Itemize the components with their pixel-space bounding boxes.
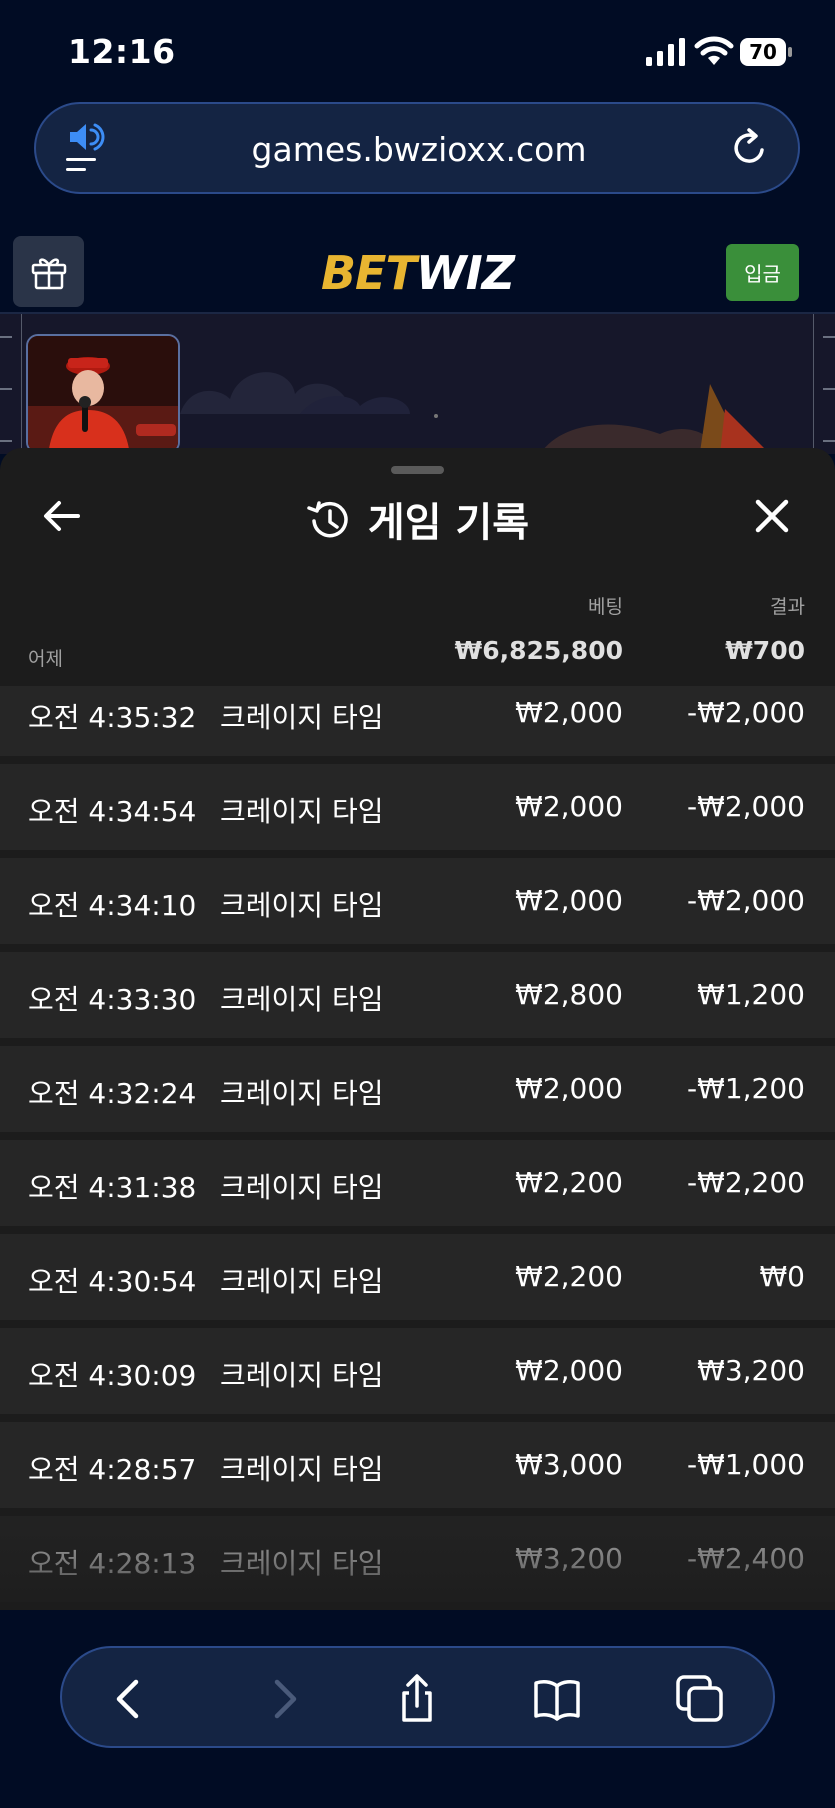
row-time: 오전 4:33:30 (28, 983, 197, 1016)
row-bet: ₩3,200 (515, 1542, 623, 1575)
row-game: 크레이지 타임 (220, 1171, 384, 1204)
row-time: 오전 4:35:32 (28, 701, 197, 734)
game-history-sheet: 게임 기록 베팅 결과 어제 ₩6,825,800 ₩700 오전 4:35:3… (0, 448, 835, 1610)
row-bet: ₩2,200 (515, 1166, 623, 1199)
total-bet: ₩6,825,800 (454, 636, 623, 665)
row-game: 크레이지 타임 (220, 701, 384, 734)
row-bet: ₩2,000 (515, 1072, 623, 1105)
left-rail (0, 314, 22, 454)
history-clock-icon (307, 501, 348, 538)
row-game: 크레이지 타임 (220, 983, 384, 1016)
row-bet: ₩2,800 (515, 978, 623, 1011)
row-game: 크레이지 타임 (220, 1359, 384, 1392)
row-time: 오전 4:28:13 (28, 1547, 197, 1580)
row-bet: ₩2,000 (515, 884, 623, 917)
row-result: -₩2,000 (687, 696, 805, 729)
sheet-title: 게임 기록 (367, 500, 530, 546)
row-result: -₩2,400 (687, 1542, 805, 1575)
history-row[interactable]: 오전 4:35:32 크레이지 타임 ₩2,000 -₩2,000 (0, 686, 835, 756)
row-bet: ₩2,200 (515, 1260, 623, 1293)
game-area (0, 314, 835, 454)
status-bar: 12:16 70 (0, 0, 835, 100)
history-row[interactable]: 오전 4:28:57 크레이지 타임 ₩3,000 -₩1,000 (0, 1422, 835, 1508)
battery-level: 70 (749, 40, 777, 64)
row-result: -₩2,000 (687, 884, 805, 917)
history-row[interactable]: 오전 4:34:10 크레이지 타임 ₩2,000 -₩2,000 (0, 858, 835, 944)
row-bet: ₩2,000 (515, 790, 623, 823)
deposit-button[interactable]: 입금 (726, 244, 799, 301)
row-result: -₩1,000 (687, 1448, 805, 1481)
url-text[interactable]: games.bwzioxx.com (36, 130, 802, 169)
row-game: 크레이지 타임 (220, 1265, 384, 1298)
row-time: 오전 4:34:54 (28, 795, 197, 828)
total-result: ₩700 (725, 636, 805, 665)
right-rail (813, 314, 835, 454)
row-result: ₩3,200 (697, 1354, 805, 1387)
row-bet: ₩2,000 (515, 1354, 623, 1387)
wifi-icon (694, 36, 734, 65)
row-time: 오전 4:28:57 (28, 1453, 197, 1486)
row-result: -₩2,000 (687, 790, 805, 823)
history-list[interactable]: 오전 4:35:32 크레이지 타임 ₩2,000 -₩2,000 오전 4:3… (0, 686, 835, 1610)
row-time: 오전 4:30:09 (28, 1359, 197, 1392)
date-group-label: 어제 (28, 648, 63, 670)
sheet-grabber[interactable] (391, 466, 444, 474)
row-time: 오전 4:31:38 (28, 1171, 197, 1204)
host-image (28, 336, 178, 452)
row-result: -₩1,200 (687, 1072, 805, 1105)
brand-logo-wiz: WIZ (415, 246, 515, 300)
history-row[interactable]: 오전 4:34:54 크레이지 타임 ₩2,000 -₩2,000 (0, 764, 835, 850)
history-row[interactable]: 오전 4:31:38 크레이지 타임 ₩2,200 -₩2,200 (0, 1140, 835, 1226)
row-time: 오전 4:32:24 (28, 1077, 197, 1110)
history-row[interactable]: 오전 4:30:54 크레이지 타임 ₩2,200 ₩0 (0, 1234, 835, 1320)
history-row[interactable]: 오전 4:32:24 크레이지 타임 ₩2,000 -₩1,200 (0, 1046, 835, 1132)
host-video-thumbnail[interactable] (26, 334, 180, 454)
tabs-icon[interactable] (675, 1674, 725, 1724)
row-game: 크레이지 타임 (220, 889, 384, 922)
history-row[interactable]: 오전 4:30:09 크레이지 타임 ₩2,000 ₩3,200 (0, 1328, 835, 1414)
history-row[interactable]: 오전 4:33:30 크레이지 타임 ₩2,800 ₩1,200 (0, 952, 835, 1038)
share-icon[interactable] (392, 1674, 442, 1724)
history-row[interactable]: 오전 4:28:13 크레이지 타임 ₩3,200 -₩2,400 (0, 1516, 835, 1602)
row-result: ₩0 (759, 1260, 806, 1293)
row-game: 크레이지 타임 (220, 1547, 384, 1580)
address-bar[interactable]: games.bwzioxx.com (34, 102, 800, 194)
column-header-bet: 베팅 (588, 596, 623, 618)
row-time: 오전 4:34:10 (28, 889, 197, 922)
brand-logo[interactable]: BETWIZ (0, 246, 835, 300)
chevron-left-icon[interactable] (105, 1674, 155, 1724)
row-game: 크레이지 타임 (220, 1453, 384, 1486)
column-header-result: 결과 (770, 596, 805, 618)
reload-icon[interactable] (730, 128, 770, 168)
row-bet: ₩2,000 (515, 696, 623, 729)
row-game: 크레이지 타임 (220, 1077, 384, 1110)
row-time: 오전 4:30:54 (28, 1265, 197, 1298)
brand-logo-bet: BET (320, 246, 417, 300)
browser-toolbar (60, 1646, 775, 1748)
chevron-right-icon[interactable] (258, 1674, 308, 1724)
cellular-signal-icon (646, 38, 685, 66)
row-result: -₩2,200 (687, 1166, 805, 1199)
sheet-header: 게임 기록 (0, 490, 835, 548)
status-time: 12:16 (68, 32, 176, 71)
row-game: 크레이지 타임 (220, 795, 384, 828)
row-result: ₩1,200 (697, 978, 805, 1011)
close-icon[interactable] (748, 492, 796, 540)
battery-indicator: 70 (740, 38, 792, 66)
bookmarks-icon[interactable] (532, 1674, 582, 1724)
site-header: BETWIZ 입금 (0, 222, 835, 314)
sky-background (180, 372, 770, 454)
row-bet: ₩3,000 (515, 1448, 623, 1481)
screen: 12:16 70 games.bwzioxx.com BETWIZ 입금 게임 … (0, 0, 835, 1808)
